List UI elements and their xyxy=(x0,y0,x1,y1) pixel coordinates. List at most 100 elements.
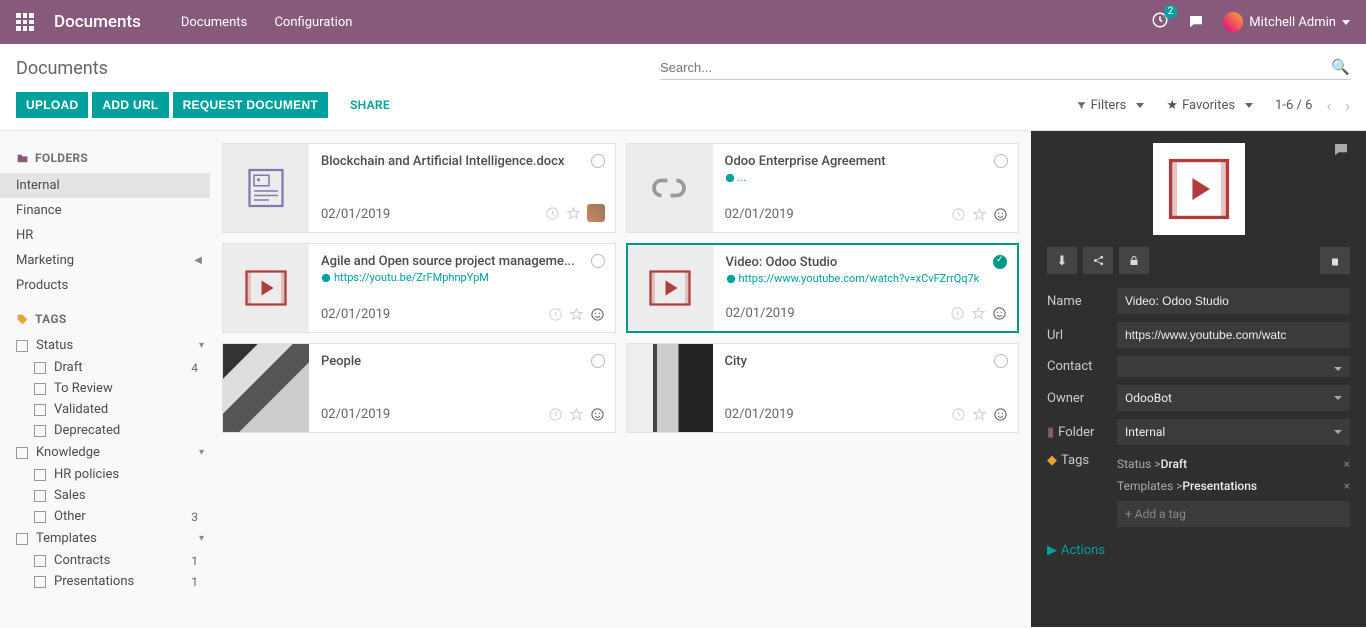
menu-configuration[interactable]: Configuration xyxy=(274,15,352,30)
menu-documents[interactable]: Documents xyxy=(181,15,247,30)
tag-draft[interactable]: Draft4 xyxy=(16,357,210,378)
select-toggle[interactable] xyxy=(994,354,1008,368)
tag-presentations[interactable]: Presentations1 xyxy=(16,571,210,592)
download-button[interactable]: ⬇ xyxy=(1047,247,1077,274)
thumbnail xyxy=(223,244,309,332)
face-icon xyxy=(992,306,1007,321)
folder-marketing[interactable]: Marketing◀ xyxy=(16,248,210,273)
select-toggle[interactable] xyxy=(994,154,1008,168)
star-icon[interactable] xyxy=(972,407,987,422)
control-panel: Documents 🔍 UPLOAD ADD URL REQUEST DOCUM… xyxy=(0,44,1366,131)
clock-icon xyxy=(545,206,560,221)
document-card[interactable]: Agile and Open source project manageme..… xyxy=(222,243,616,333)
tag-group-templates[interactable]: Templates▾ xyxy=(16,527,210,550)
document-card[interactable]: Blockchain and Artificial Intelligence.d… xyxy=(222,143,616,233)
thumbnail xyxy=(627,144,713,232)
details-panel: ⬇ Name Url Contact OwnerOdooBot ▮FolderI… xyxy=(1031,131,1366,627)
document-card[interactable]: Odoo Enterprise Agreement...02/01/2019 xyxy=(626,143,1020,233)
kanban-view: Blockchain and Artificial Intelligence.d… xyxy=(210,131,1031,627)
tags-label: ◆Tags xyxy=(1047,453,1107,468)
tag-contracts[interactable]: Contracts1 xyxy=(16,550,210,571)
document-card[interactable]: People02/01/2019 xyxy=(222,343,616,433)
tag-group-status[interactable]: Status▾ xyxy=(16,334,210,357)
thumbnail xyxy=(223,344,309,432)
owner-avatar xyxy=(587,204,605,222)
upload-button[interactable]: UPLOAD xyxy=(16,92,88,118)
select-toggle[interactable] xyxy=(993,255,1007,269)
select-toggle[interactable] xyxy=(591,254,605,268)
lock-button[interactable] xyxy=(1119,247,1149,274)
name-field[interactable] xyxy=(1117,288,1350,314)
activity-icon[interactable]: 2 xyxy=(1151,11,1169,33)
star-icon[interactable] xyxy=(971,306,986,321)
star-icon[interactable] xyxy=(569,407,584,422)
contact-field[interactable] xyxy=(1117,356,1350,377)
chatter-icon[interactable] xyxy=(1332,141,1350,163)
tag-to-review[interactable]: To Review xyxy=(16,378,210,399)
face-icon xyxy=(993,407,1008,422)
folder-finance[interactable]: Finance xyxy=(16,198,210,223)
folder-field[interactable]: Internal xyxy=(1117,419,1350,445)
add-tag-input[interactable]: + Add a tag xyxy=(1117,501,1350,527)
remove-tag[interactable]: × xyxy=(1344,457,1350,471)
face-icon xyxy=(590,307,605,322)
tag-other[interactable]: Other3 xyxy=(16,506,210,527)
select-toggle[interactable] xyxy=(591,154,605,168)
card-link: https://youtu.be/ZrFMphnpYpM xyxy=(321,271,603,284)
star-icon[interactable] xyxy=(566,206,581,221)
avatar xyxy=(1223,12,1243,32)
topbar: Documents Documents Configuration 2 Mitc… xyxy=(0,0,1366,44)
share-button[interactable] xyxy=(1083,247,1113,274)
folder-hr[interactable]: HR xyxy=(16,223,210,248)
search-input[interactable] xyxy=(660,56,1350,80)
tag-group-knowledge[interactable]: Knowledge▾ xyxy=(16,441,210,464)
card-title: Agile and Open source project manageme..… xyxy=(321,254,603,269)
remove-tag[interactable]: × xyxy=(1344,479,1350,493)
card-title: Odoo Enterprise Agreement xyxy=(725,154,1007,169)
discuss-icon[interactable] xyxy=(1187,13,1205,31)
owner-field[interactable]: OdooBot xyxy=(1117,385,1350,411)
request-document-button[interactable]: REQUEST DOCUMENT xyxy=(173,92,328,118)
actions-toggle[interactable]: ▶ Actions xyxy=(1047,543,1350,558)
tag-sales[interactable]: Sales xyxy=(16,485,210,506)
tag-validated[interactable]: Validated xyxy=(16,399,210,420)
clock-icon xyxy=(951,207,966,222)
folder-products[interactable]: Products xyxy=(16,273,210,298)
favorites-dropdown[interactable]: ★ Favorites xyxy=(1166,98,1253,113)
face-icon xyxy=(993,207,1008,222)
contact-label: Contact xyxy=(1047,359,1107,374)
document-card[interactable]: Video: Odoo Studiohttps://www.youtube.co… xyxy=(626,243,1020,333)
preview-thumb xyxy=(1153,143,1245,235)
name-label: Name xyxy=(1047,294,1107,309)
share-link[interactable]: SHARE xyxy=(350,98,390,112)
star-icon[interactable] xyxy=(972,207,987,222)
apps-icon[interactable] xyxy=(16,13,34,31)
detail-tag: Status > Draft× xyxy=(1117,453,1350,475)
delete-button[interactable] xyxy=(1320,247,1350,274)
filters-dropdown[interactable]: Filters xyxy=(1076,98,1145,113)
thumbnail xyxy=(627,344,713,432)
app-brand: Documents xyxy=(54,12,141,32)
folder-label: ▮Folder xyxy=(1047,425,1107,440)
select-toggle[interactable] xyxy=(591,354,605,368)
card-title: People xyxy=(321,354,603,369)
breadcrumb: Documents xyxy=(16,58,108,79)
add-url-button[interactable]: ADD URL xyxy=(92,92,168,118)
url-field[interactable] xyxy=(1117,322,1350,348)
search-icon[interactable]: 🔍 xyxy=(1331,58,1350,76)
tag-hr-policies[interactable]: HR policies xyxy=(16,464,210,485)
chevron-down-icon xyxy=(1342,20,1350,25)
document-card[interactable]: City02/01/2019 xyxy=(626,343,1020,433)
card-title: Blockchain and Artificial Intelligence.d… xyxy=(321,154,603,169)
pager-next[interactable]: › xyxy=(1345,96,1350,115)
folders-heading: FOLDERS xyxy=(16,151,210,165)
pager-prev[interactable]: ‹ xyxy=(1326,96,1331,115)
star-icon[interactable] xyxy=(569,307,584,322)
sidebar: FOLDERS InternalFinanceHRMarketing◀Produ… xyxy=(0,131,210,627)
folder-internal[interactable]: Internal xyxy=(0,173,210,198)
owner-label: Owner xyxy=(1047,391,1107,406)
detail-tag: Templates > Presentations× xyxy=(1117,475,1350,497)
face-icon xyxy=(590,407,605,422)
tag-deprecated[interactable]: Deprecated xyxy=(16,420,210,441)
user-menu[interactable]: Mitchell Admin xyxy=(1223,12,1350,32)
